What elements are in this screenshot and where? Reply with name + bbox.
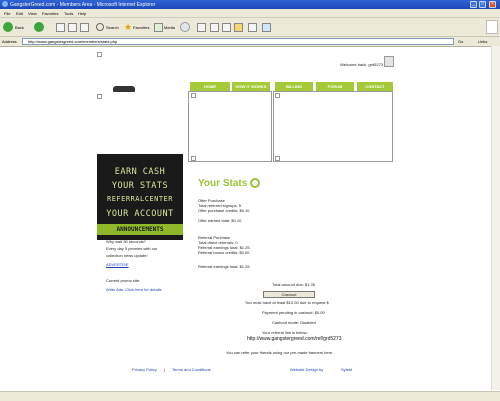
address-label: Address <box>2 39 17 44</box>
content-panel-right <box>273 91 393 162</box>
broken-image-icon <box>97 94 102 99</box>
refresh-icon[interactable] <box>68 23 77 32</box>
content-panel-left <box>188 91 272 162</box>
menu-edit[interactable]: Edit <box>16 11 23 16</box>
address-input[interactable]: http://www.gangstergreed.com/members/sta… <box>22 38 454 45</box>
broken-image-icon <box>275 156 280 161</box>
favorites-label[interactable]: Favorites <box>133 25 149 30</box>
referral-earned-total: Referral earnings total: $1.25 <box>198 264 250 269</box>
announcement-item: collection news update! <box>106 253 148 258</box>
website-design-link[interactable]: Website Design by <box>290 367 323 372</box>
cashout-mode: Cashout mode: Disabled <box>272 320 316 325</box>
cashout-button[interactable]: Cashout <box>263 291 315 298</box>
offer-stat: Offer purchase credits: $0.10 <box>198 208 250 213</box>
tab-forum[interactable]: FORUM <box>316 82 354 91</box>
write-ads-link[interactable]: Write Ads: Click here for details <box>106 287 162 292</box>
favorites-icon[interactable]: ★ <box>124 22 132 33</box>
broken-image-icon <box>97 52 102 57</box>
toolbar: Back Search ★ Favorites Media <box>0 18 500 37</box>
tab-how-it-works[interactable]: HOW IT WORKS <box>232 82 270 91</box>
broken-image-icon <box>191 93 196 98</box>
menu-view[interactable]: View <box>28 11 37 16</box>
tab-billing[interactable]: BILLING <box>275 82 313 91</box>
ie-logo-icon <box>2 1 8 7</box>
stop-icon[interactable] <box>56 23 65 32</box>
title-bar: GangsterGreed.com - Members Area - Micro… <box>0 0 500 9</box>
tab-home[interactable]: HOME <box>190 82 230 91</box>
back-icon[interactable] <box>3 22 13 32</box>
promo-site-text: Current promo site: <box>106 278 141 283</box>
print-icon[interactable] <box>210 23 219 32</box>
announcement-item: Every day 5 pennies with our <box>106 246 158 251</box>
promo-line-your-account: YOUR ACCOUNT <box>106 209 174 219</box>
minimize-button[interactable]: _ <box>470 1 477 8</box>
banners-note: You can refer your friends using our pre… <box>226 350 333 355</box>
edit-icon[interactable] <box>222 23 231 32</box>
minimum-note: You must have at least $10.00 due to req… <box>245 300 329 305</box>
referral-link[interactable]: http://www.gangstergreed.com/ref/grd5273 <box>247 336 342 342</box>
forward-icon[interactable] <box>34 22 44 32</box>
referral-link-label: Your referral link is below: <box>262 330 308 335</box>
total-amount-due: Total amount due: $1.35 <box>272 282 315 287</box>
broken-image-icon <box>275 93 280 98</box>
payment-pending: Payment pending in cashout: $0.00 <box>262 310 325 315</box>
vertical-scrollbar[interactable] <box>491 46 500 390</box>
broken-image-icon <box>191 156 196 161</box>
terms-link[interactable]: Terms and Conditions <box>172 367 211 372</box>
home-icon[interactable] <box>80 23 89 32</box>
menu-file[interactable]: File <box>4 11 10 16</box>
search-label[interactable]: Search <box>106 25 119 30</box>
page-title: Your Stats <box>198 178 248 189</box>
tab-contact[interactable]: CONTACT <box>357 82 393 91</box>
promo-line-earn-cash: EARN CASH <box>114 167 166 177</box>
menu-help[interactable]: Help <box>78 11 86 16</box>
windows-logo-icon <box>486 20 498 34</box>
links-label[interactable]: Links <box>478 39 487 44</box>
window-title: GangsterGreed.com - Members Area - Micro… <box>10 2 156 8</box>
maximize-button[interactable]: □ <box>479 1 486 8</box>
messenger-icon[interactable] <box>262 23 271 32</box>
advertise-link[interactable]: ADVERTISE <box>106 262 129 267</box>
media-label[interactable]: Media <box>164 25 175 30</box>
designer-credit-link[interactable]: Sytekt <box>341 367 352 372</box>
back-label[interactable]: Back <box>15 25 24 30</box>
folder-icon[interactable] <box>234 23 243 32</box>
menu-tools[interactable]: Tools <box>64 11 73 16</box>
user-image <box>384 56 394 67</box>
discuss-icon[interactable] <box>248 23 257 32</box>
welcome-text: Welcome back, grd5273 <box>340 62 384 67</box>
referral-stat: Referral bonus credits: $0.00 <box>198 250 250 255</box>
footer-separator: | <box>164 367 166 372</box>
media-icon[interactable] <box>154 23 163 32</box>
privacy-policy-link[interactable]: Privacy Policy <box>132 367 157 372</box>
close-button[interactable]: × <box>489 1 496 8</box>
announcements-heading: ANNOUNCEMENTS <box>97 224 183 235</box>
announcement-item: Why wait 30 seconds? <box>106 239 147 244</box>
menu-favorites[interactable]: Favorites <box>42 11 58 16</box>
offer-earned-total: Offer earned total: $0.10 <box>198 218 242 223</box>
promo-line-referral-center: REFERRALCENTER <box>106 195 173 203</box>
search-icon[interactable] <box>96 23 104 31</box>
go-button[interactable]: Go <box>458 39 463 44</box>
mail-icon[interactable] <box>197 23 206 32</box>
history-icon[interactable] <box>180 22 190 32</box>
menu-bar: File Edit View Favorites Tools Help <box>0 9 500 18</box>
logo-car-icon <box>113 86 135 92</box>
stats-target-icon <box>250 178 260 188</box>
promo-line-your-stats: YOUR STATS <box>111 181 169 191</box>
